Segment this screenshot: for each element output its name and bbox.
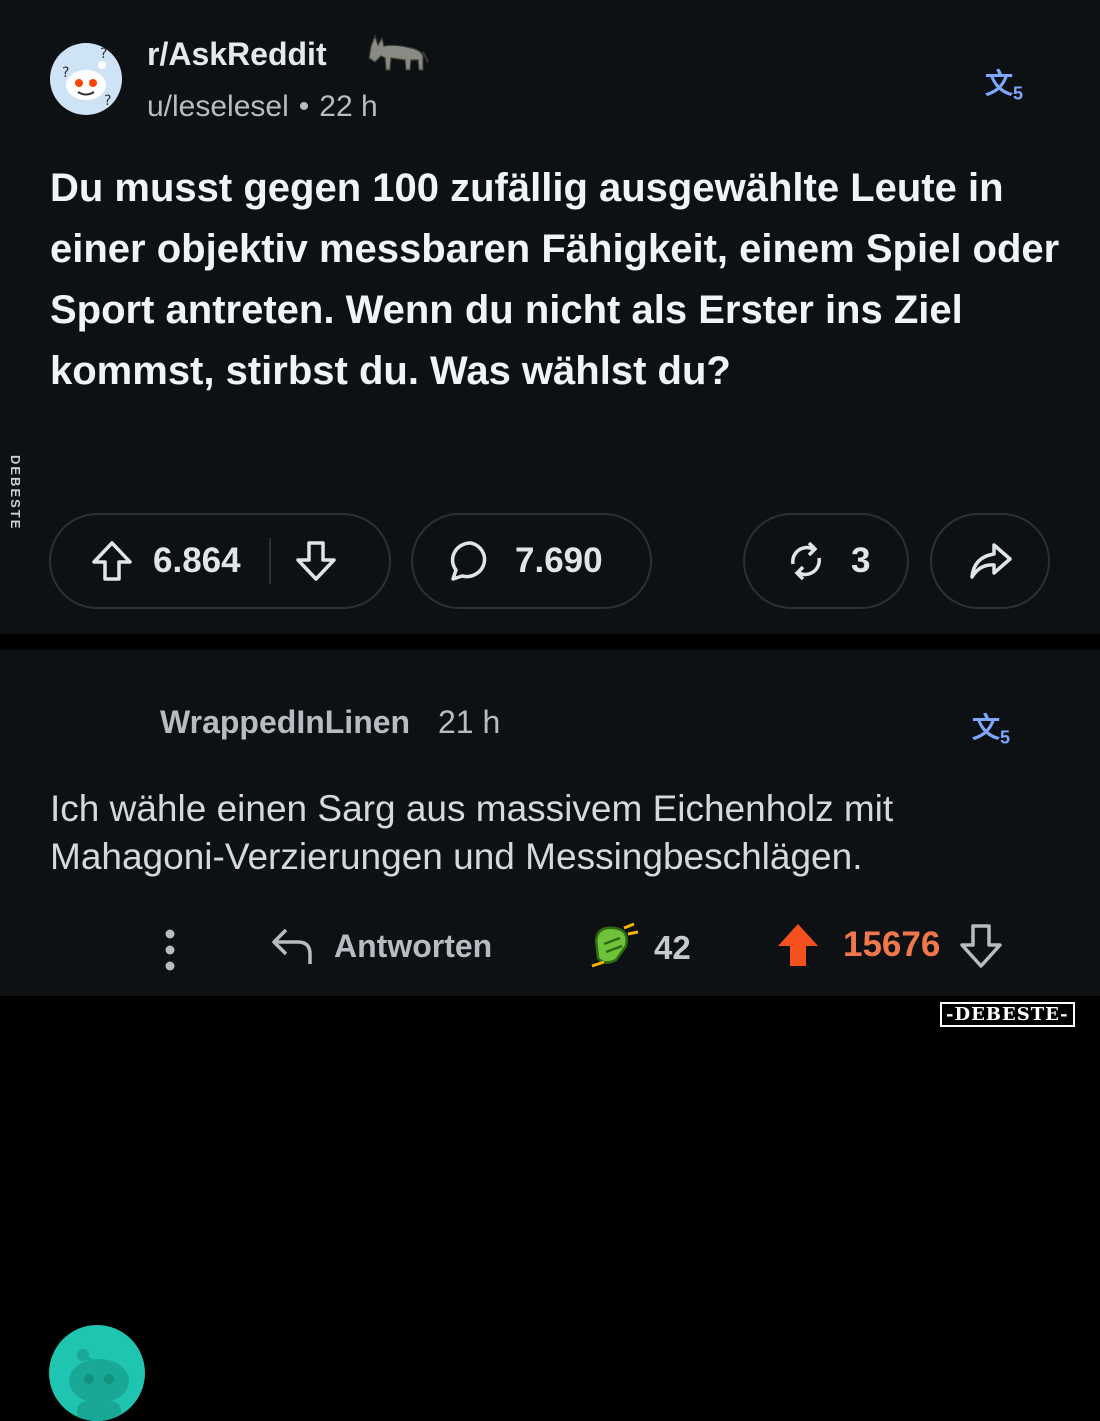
upvote-arrow-icon[interactable] xyxy=(775,920,821,970)
crosspost-count: 3 xyxy=(851,541,871,580)
crosspost-icon xyxy=(783,538,829,584)
subreddit-avatar[interactable]: ? ? ? xyxy=(50,43,122,115)
post-author[interactable]: u/leselesel xyxy=(147,90,289,123)
reply-label: Antworten xyxy=(334,927,493,964)
share-icon xyxy=(966,537,1014,585)
subreddit-name[interactable]: r/AskReddit xyxy=(147,36,327,73)
meta-separator: • xyxy=(298,90,310,123)
post-age: 22 h xyxy=(319,90,378,123)
svg-text:?: ? xyxy=(100,46,107,62)
donkey-image xyxy=(368,34,429,71)
comment-card: WrappedInLinen 21 h 文5 Ich wähle einen S… xyxy=(0,650,1100,1421)
svg-text:?: ? xyxy=(62,65,69,81)
post-title[interactable]: Du musst gegen 100 zufällig ausgewählte … xyxy=(50,158,1060,402)
upvote-arrow-icon[interactable] xyxy=(89,538,135,584)
downvote-arrow-icon[interactable] xyxy=(293,538,339,584)
award-button[interactable]: 42 xyxy=(586,920,691,976)
section-divider xyxy=(0,634,1100,650)
vote-divider xyxy=(268,538,271,584)
crosspost-button[interactable]: 3 xyxy=(743,513,909,609)
post-card: ? ? ? r/AskReddit u/leselesel • 22 h 文5 Du… xyxy=(0,0,1100,634)
post-meta: u/leselesel • 22 h xyxy=(147,90,378,124)
comment-vote-bar: 15676 xyxy=(775,920,1004,970)
reply-button[interactable]: Antworten xyxy=(268,922,492,970)
reply-icon xyxy=(272,928,312,964)
translate-icon[interactable]: 文5 xyxy=(972,706,1010,749)
comment-body: Ich wähle einen Sarg aus massivem Eichen… xyxy=(50,788,894,877)
translate-icon[interactable]: 文5 xyxy=(985,62,1023,105)
comment-author[interactable]: WrappedInLinen xyxy=(160,704,410,741)
share-button[interactable] xyxy=(930,513,1050,609)
vote-bar: 6.864 xyxy=(49,513,391,609)
comments-button[interactable]: 7.690 xyxy=(411,513,652,609)
more-options-icon[interactable] xyxy=(160,928,180,972)
comment-score: 15676 xyxy=(843,925,941,964)
downvote-arrow-icon[interactable] xyxy=(958,920,1004,970)
corner-watermark: -DEBESTE- xyxy=(940,1002,1075,1027)
svg-text:?: ? xyxy=(104,93,111,109)
side-watermark: DEBESTE xyxy=(8,455,23,531)
user-avatar[interactable] xyxy=(49,1325,145,1421)
comment-bubble-icon xyxy=(447,537,495,585)
comment-count: 7.690 xyxy=(515,541,603,580)
bottom-strip xyxy=(0,996,1100,1037)
comment-age: 21 h xyxy=(438,704,501,740)
upvote-count: 6.864 xyxy=(153,541,241,580)
award-count: 42 xyxy=(654,929,691,966)
award-icon xyxy=(591,922,639,968)
